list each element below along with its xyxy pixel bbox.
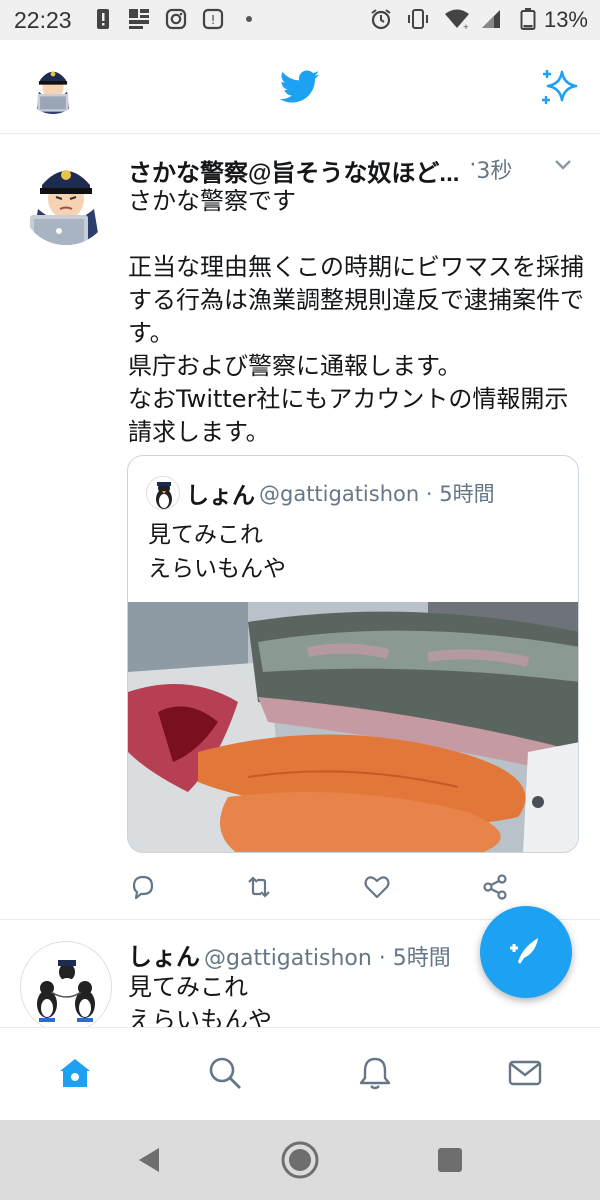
tweet-text: 見てみこれ えらいもんや <box>128 973 272 1027</box>
notifications-icon[interactable] <box>357 1055 393 1091</box>
system-nav-bar <box>0 1120 600 1200</box>
tweet-header: しょん @gattigatishon · 5時間 <box>128 937 451 972</box>
like-icon[interactable] <box>362 872 392 902</box>
news-icon <box>129 9 149 29</box>
reply-icon[interactable] <box>128 872 158 902</box>
app-bar <box>0 40 600 134</box>
signal-icon <box>482 10 500 28</box>
quoted-tweet[interactable]: しょん @gattigatishon · 5時間 見てみこれ えらいもんや <box>127 455 579 853</box>
tweet-author-handle: @gattigatishon · 5時間 <box>204 946 451 971</box>
tweet-actions <box>128 868 528 908</box>
compose-button[interactable] <box>480 906 572 998</box>
compose-feather-icon <box>510 938 538 964</box>
quoted-author-handle: @gattigatishon · 5時間 <box>259 482 495 506</box>
svg-text:+: + <box>463 23 469 30</box>
dot-icon <box>246 16 252 22</box>
app-icon: ! <box>202 8 224 30</box>
home-circle-icon[interactable] <box>280 1140 320 1180</box>
status-bar: 22:23 ! + 13% <box>0 0 600 40</box>
sparkle-icon[interactable] <box>538 66 582 110</box>
battery-icon <box>520 8 536 30</box>
quoted-tweet-text: 見てみこれ えらいもんや <box>148 522 286 582</box>
recents-icon[interactable] <box>437 1147 463 1173</box>
svg-text:!: ! <box>211 13 216 27</box>
back-icon[interactable] <box>135 1146 163 1174</box>
tweet-author-avatar[interactable] <box>20 941 112 1027</box>
profile-avatar[interactable] <box>26 60 80 114</box>
tweet-time: 3秒 <box>476 159 513 184</box>
messages-icon[interactable] <box>507 1055 543 1091</box>
instagram-icon <box>165 8 187 30</box>
tweet-author-name[interactable]: さかな警察@旨そうな奴ほど... <box>128 153 459 188</box>
status-time: 22:23 <box>14 7 72 33</box>
bottom-nav <box>0 1027 600 1120</box>
alarm-icon <box>371 9 391 30</box>
tweet-author-name[interactable]: しょん <box>128 944 200 971</box>
quoted-tweet-header: しょん @gattigatishon · 5時間 <box>146 476 495 510</box>
tweet-header: さかな警察@旨そうな奴ほど... ·3秒 <box>128 153 588 187</box>
quoted-author-name: しょん <box>186 482 255 508</box>
tweet-text: さかな警察です 正当な理由無くこの時期にビワマスを採捕する行為は漁業調整規則違反… <box>128 187 584 446</box>
chevron-down-icon[interactable] <box>554 159 572 171</box>
alert-icon <box>97 9 109 29</box>
retweet-icon[interactable] <box>244 872 274 902</box>
twitter-bird-icon <box>280 70 320 103</box>
search-icon[interactable] <box>207 1055 243 1091</box>
battery-percent: 13% <box>543 7 588 32</box>
fish-with-roe-photo[interactable] <box>128 602 579 853</box>
share-icon[interactable] <box>480 872 510 902</box>
vibrate-icon <box>408 9 428 29</box>
home-icon[interactable] <box>57 1055 93 1091</box>
tweet[interactable]: さかな警察@旨そうな奴ほど... ·3秒 さかな警察です 正当な理由無くこの時期に… <box>0 135 600 920</box>
wifi-icon: + <box>445 9 469 30</box>
tweet-author-avatar[interactable] <box>20 153 112 245</box>
quoted-author-avatar <box>146 476 180 510</box>
